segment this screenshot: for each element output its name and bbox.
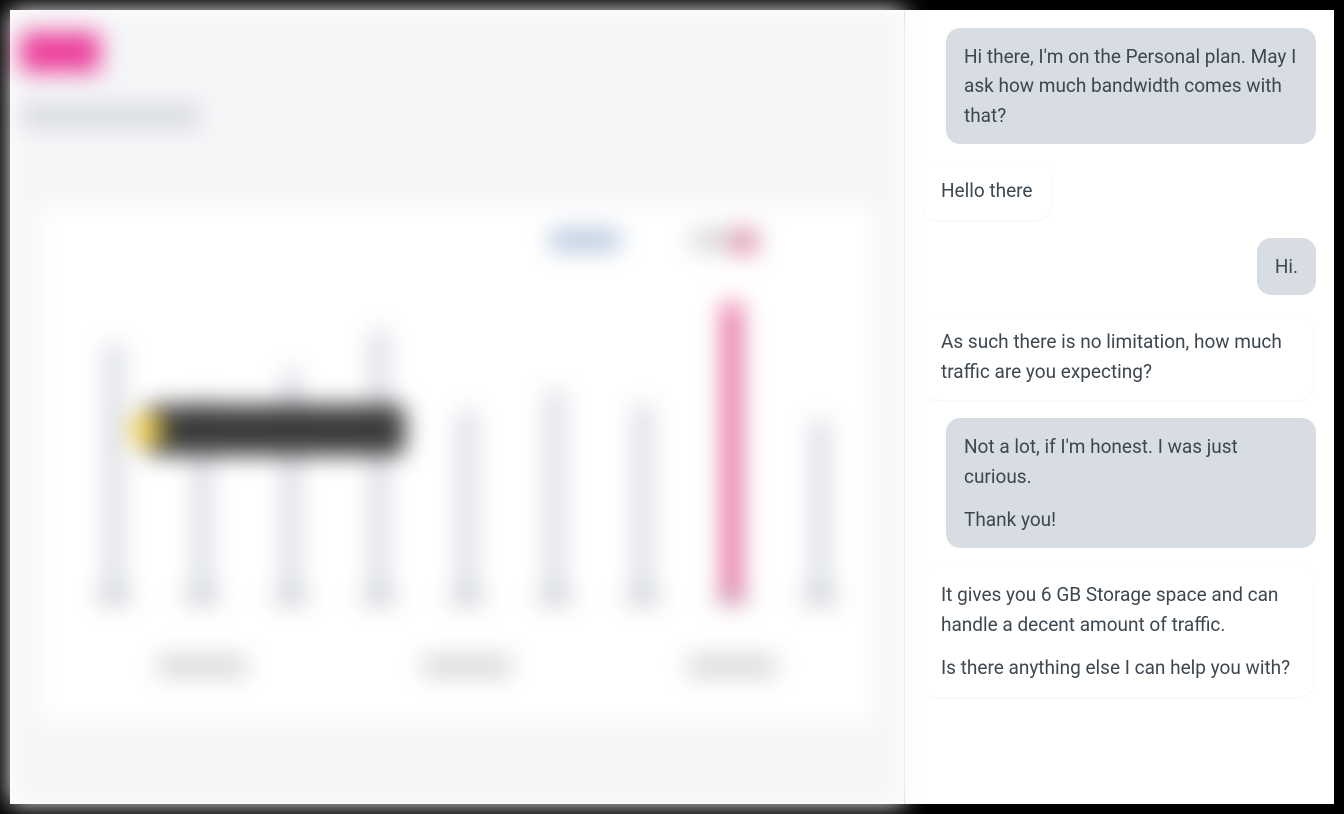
- chat-panel[interactable]: Hi there, I'm on the Personal plan. May …: [904, 10, 1334, 804]
- chat-message-text: Is there anything else I can help you wi…: [941, 653, 1295, 682]
- chart-legend-item: [550, 230, 620, 250]
- chat-message-agent: Hello there: [923, 162, 1051, 219]
- chat-message-text: Hi there, I'm on the Personal plan. May …: [964, 42, 1298, 130]
- chat-message-text: As such there is no limitation, how much…: [941, 327, 1295, 386]
- chat-message-text: Hi.: [1275, 252, 1298, 281]
- chart-x-labels: [70, 590, 864, 604]
- chat-message-text: Thank you!: [964, 505, 1298, 534]
- primary-action-button: [20, 32, 100, 72]
- chart-callout-tooltip: [145, 405, 405, 455]
- app-inner: Hi there, I'm on the Personal plan. May …: [10, 10, 1334, 804]
- chart-legend-marker: [730, 228, 758, 256]
- chat-message-user: Hi there, I'm on the Personal plan. May …: [946, 28, 1316, 144]
- chat-message-user: Hi.: [1257, 238, 1316, 295]
- chat-message-text: It gives you 6 GB Storage space and can …: [941, 580, 1295, 639]
- chat-message-text: Not a lot, if I'm honest. I was just cur…: [964, 432, 1298, 491]
- page-subtitle: [20, 105, 200, 127]
- dashboard-blurred-background: [10, 10, 904, 804]
- chat-message-agent: It gives you 6 GB Storage space and can …: [923, 566, 1313, 696]
- chat-message-text: Hello there: [941, 176, 1033, 205]
- app-frame: Hi there, I'm on the Personal plan. May …: [0, 0, 1344, 814]
- summary-stats-row: [70, 655, 864, 677]
- chat-message-agent: As such there is no limitation, how much…: [923, 313, 1313, 400]
- chat-message-user: Not a lot, if I'm honest. I was just cur…: [946, 418, 1316, 548]
